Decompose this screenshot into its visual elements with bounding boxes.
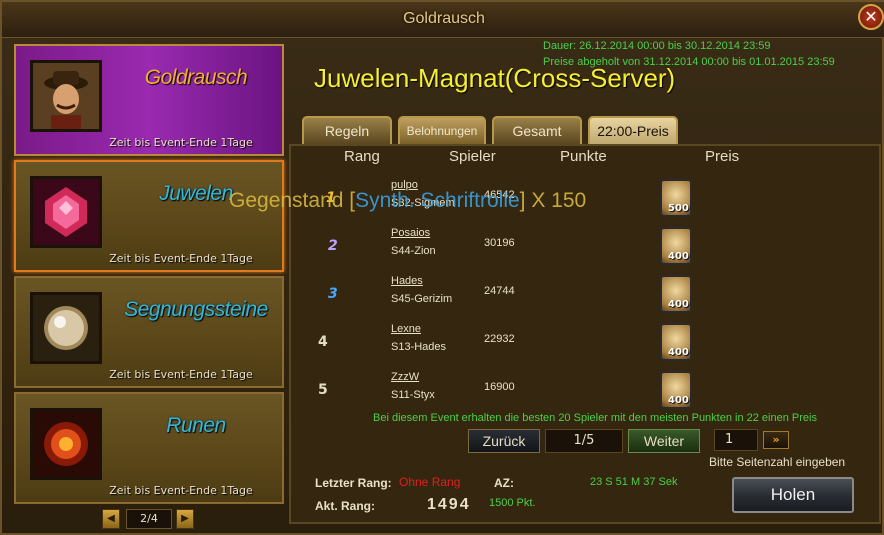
event-card-runen[interactable]: Runen Zeit bis Event-Ende 1Tage (14, 392, 284, 504)
points-cell: 16900 (484, 381, 515, 393)
points-cell: 30196 (484, 237, 515, 249)
prize-count: 400 (668, 299, 689, 310)
rank-cell: 5 (318, 382, 328, 398)
event-subtitle: Zeit bis Event-Ende 1Tage (109, 252, 253, 265)
last-rank-label: Letzter Rang: (315, 476, 392, 490)
table-row: 4 Lexne S13-Hades 22932 400 (302, 318, 862, 366)
header-prize: Preis (705, 148, 740, 165)
az-value: 23 S 51 M 37 Sek (590, 476, 678, 488)
table-row: 5 ZzzW S11-Styx 16900 400 (302, 366, 862, 414)
gold-prospector-icon (30, 60, 102, 132)
event-prev-button[interactable]: ◀ (102, 509, 120, 529)
scroll-prize-icon[interactable]: 400 (660, 371, 692, 409)
tooltip-item: Synth. Schriftrolle (355, 189, 520, 212)
tab-gesamt[interactable]: Gesamt (492, 116, 582, 144)
event-info-text: Bei diesem Event erhalten die besten 20 … (373, 412, 817, 424)
player-server: S13-Hades (391, 341, 447, 353)
header-player: Spieler (449, 148, 496, 165)
page-input-hint: Bitte Seitenzahl eingeben (709, 455, 846, 469)
event-card-segnungssteine[interactable]: Segnungssteine Zeit bis Event-Ende 1Tage (14, 276, 284, 388)
next-page-button[interactable]: Weiter (628, 429, 700, 453)
player-server: S44-Zion (391, 245, 436, 257)
tooltip-suffix: ] X 150 (519, 189, 587, 212)
rank-cell: 2 (328, 238, 338, 254)
event-subtitle: Zeit bis Event-Ende 1Tage (109, 368, 253, 381)
prize-count: 400 (668, 251, 689, 262)
tooltip-prefix: Gegenstand [ (229, 189, 356, 212)
goto-page-button[interactable]: » (763, 431, 789, 449)
az-label: AZ: (494, 476, 514, 490)
event-list-pager: ◀ 2/4 ▶ (102, 509, 194, 529)
current-rank-label: Akt. Rang: (315, 499, 375, 513)
event-card-goldrausch[interactable]: Goldrausch Zeit bis Event-Ende 1Tage (14, 44, 284, 156)
event-next-button[interactable]: ▶ (176, 509, 194, 529)
tab-regeln[interactable]: Regeln (302, 116, 392, 144)
last-rank-value: Ohne Rang (399, 475, 461, 489)
event-window: Goldrausch ✕ Goldrausch Zeit bis Event-E… (0, 0, 884, 535)
tab-belohnungen[interactable]: Belohnungen (398, 116, 486, 144)
player-name-link[interactable]: Hades (391, 275, 423, 287)
pearl-stone-icon (30, 292, 102, 364)
header-rank: Rang (344, 148, 380, 165)
scroll-prize-icon[interactable]: 400 (660, 275, 692, 313)
table-row: 3 Hades S45-Gerizim 24744 400 (302, 270, 862, 318)
event-card-juwelen[interactable]: Juwelen Zeit bis Event-Ende 1Tage (14, 160, 284, 272)
player-name-link[interactable]: ZzzW (391, 371, 419, 383)
rank-cell: 4 (318, 334, 328, 350)
claim-button[interactable]: Holen (732, 477, 854, 513)
duration-text: Dauer: 26.12.2014 00:00 bis 30.12.2014 2… (543, 40, 771, 52)
table-row: 2 Posaios S44-Zion 30196 400 (302, 222, 862, 270)
rank-cell: 3 (328, 286, 338, 302)
scroll-prize-icon[interactable]: 400 (660, 323, 692, 361)
points-cell: 24744 (484, 285, 515, 297)
event-subtitle: Zeit bis Event-Ende 1Tage (109, 484, 253, 497)
fire-rune-icon (30, 408, 102, 480)
page-indicator: 1/5 (545, 429, 623, 453)
ranking-title: Juwelen-Magnat(Cross-Server) (314, 63, 676, 93)
prize-count: 400 (668, 347, 689, 358)
item-tooltip: Gegenstand [Synth. Schriftrolle] X 150 (229, 189, 586, 213)
prize-count: 500 (668, 203, 689, 214)
window-title: Goldrausch (403, 10, 485, 27)
event-title: Goldrausch (144, 66, 248, 89)
event-title: Runen (166, 414, 226, 437)
event-subtitle: Zeit bis Event-Ende 1Tage (109, 136, 253, 149)
current-rank-value: 1494 (427, 496, 471, 513)
points-cell: 22932 (484, 333, 515, 345)
player-server: S45-Gerizim (391, 293, 453, 305)
points-value: 1500 Pkt. (489, 497, 536, 509)
close-button[interactable]: ✕ (858, 4, 884, 30)
event-title: Segnungssteine (124, 298, 268, 321)
scroll-prize-icon[interactable]: 400 (660, 227, 692, 265)
player-name-link[interactable]: Lexne (391, 323, 421, 335)
header-points: Punkte (560, 148, 607, 165)
player-server: S11-Styx (391, 389, 435, 401)
page-number-input[interactable]: 1 (714, 429, 758, 451)
event-page-indicator: 2/4 (126, 509, 172, 529)
titlebar: Goldrausch ✕ (2, 2, 884, 38)
prev-page-button[interactable]: Zurück (468, 429, 540, 453)
player-name-link[interactable]: Posaios (391, 227, 430, 239)
ruby-gem-icon (30, 176, 102, 248)
tab-22-preis[interactable]: 22:00-Preis (588, 116, 678, 144)
scroll-prize-icon[interactable]: 500 (660, 179, 692, 217)
prize-count: 400 (668, 395, 689, 406)
